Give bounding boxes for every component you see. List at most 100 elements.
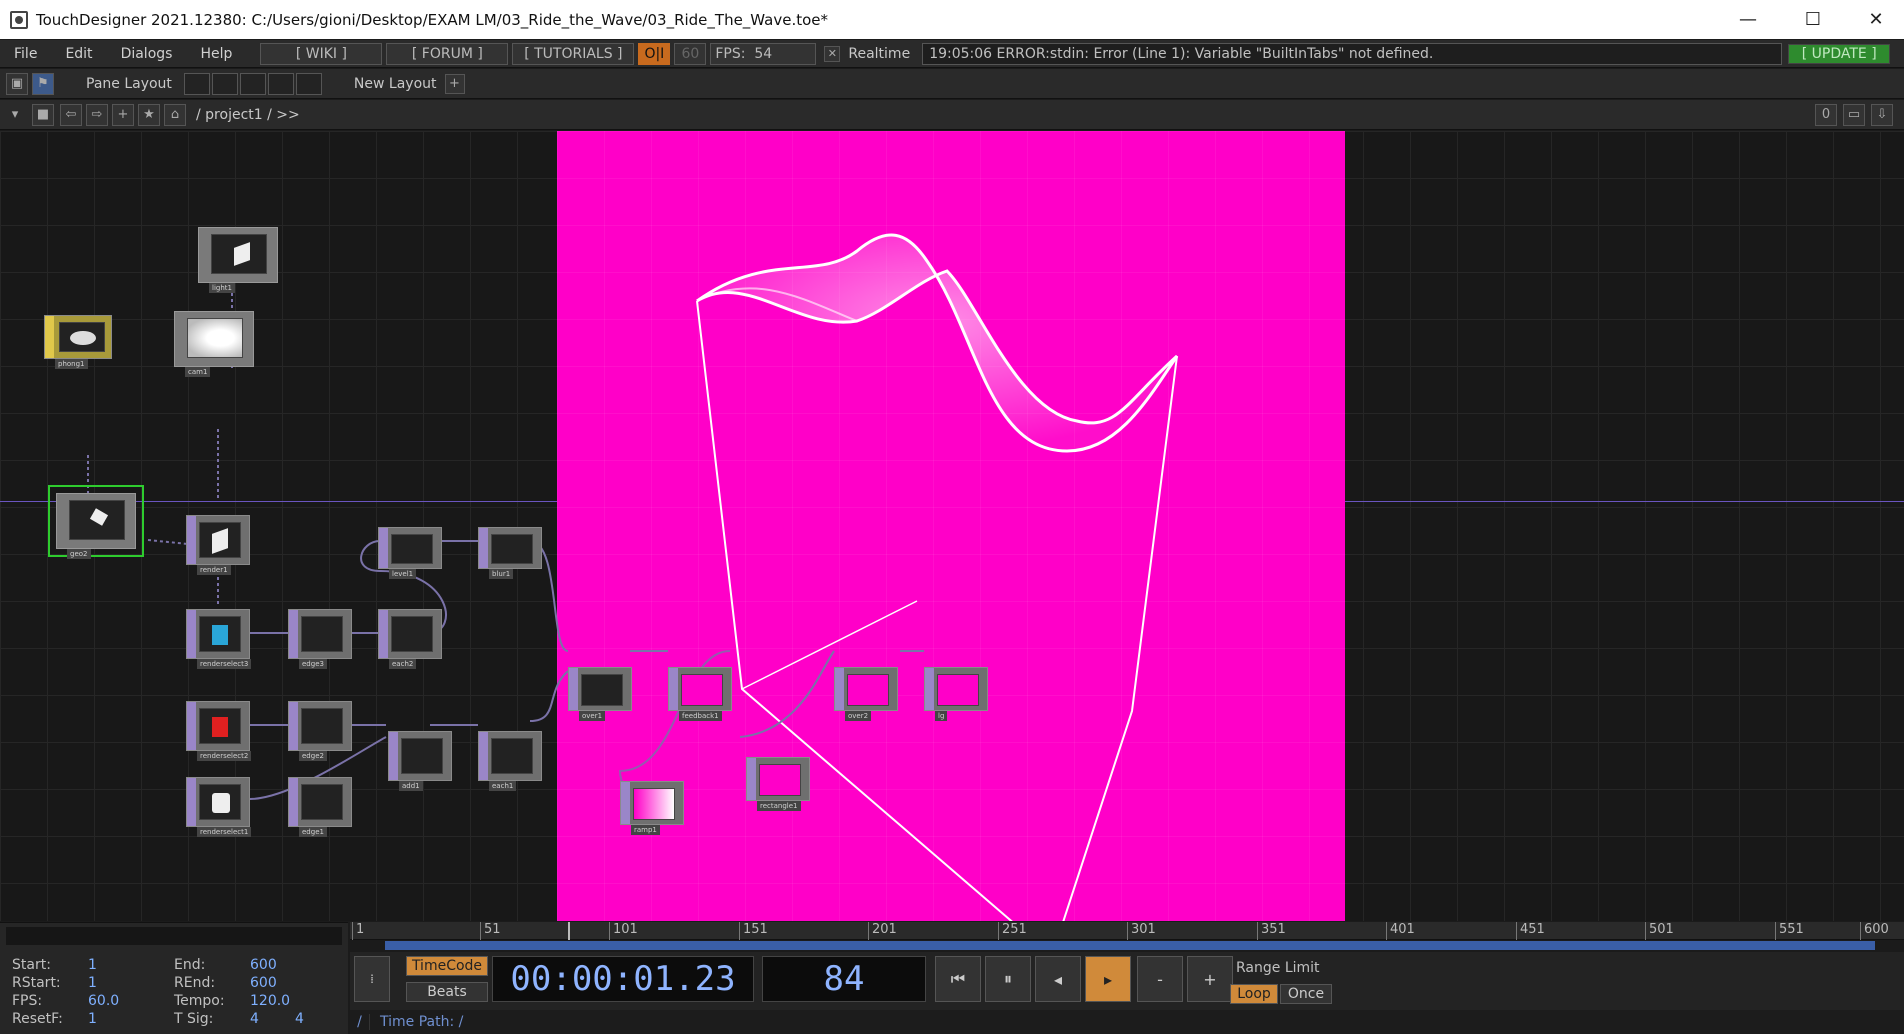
tsig-denominator[interactable]: 4 <box>295 1011 304 1027</box>
rend-value[interactable]: 600 <box>250 975 277 991</box>
play-icon[interactable]: ▸ <box>1085 956 1131 1002</box>
timeline-range-bar[interactable] <box>385 941 1875 950</box>
timecode-display[interactable]: 00:00:01.23 <box>492 956 754 1002</box>
resetf-value[interactable]: 1 <box>88 1011 97 1027</box>
pause-icon[interactable]: ⏸ <box>985 956 1031 1002</box>
node-cam1[interactable]: cam1 <box>174 311 254 377</box>
playhead[interactable] <box>568 922 570 940</box>
node-thumbnail <box>633 788 675 820</box>
zero-button[interactable]: 0 <box>1815 103 1837 126</box>
node-thumbnail <box>211 234 267 274</box>
timeline-toggle-icon[interactable]: ⁞ <box>354 956 390 1002</box>
bookmark-star-icon[interactable]: ★ <box>138 103 160 126</box>
realtime-checkbox[interactable]: ✕ <box>824 45 841 62</box>
start-value[interactable]: 1 <box>88 957 97 973</box>
node-label: edge2 <box>299 751 327 761</box>
node-ramp1[interactable]: ramp1 <box>620 781 684 835</box>
node-rectangle1[interactable]: rectangle1 <box>746 757 810 811</box>
rewind-icon[interactable]: ⏮ <box>935 956 981 1002</box>
layout-single-icon[interactable] <box>183 72 210 95</box>
error-message-field[interactable]: 19:05:06 ERROR:stdin: Error (Line 1): Va… <box>922 42 1783 65</box>
node-level1[interactable]: level1 <box>378 527 442 579</box>
update-button[interactable]: [ UPDATE ] <box>1788 43 1891 64</box>
layout-split-horizontal-icon[interactable] <box>239 72 266 95</box>
network-path[interactable]: / project1 / >> <box>196 107 300 123</box>
close-icon[interactable]: ✕ <box>1848 0 1904 39</box>
node-over2[interactable]: over2 <box>834 667 898 721</box>
fps-value: 54 <box>754 45 773 62</box>
node-feedback1[interactable]: feedback1 <box>668 667 732 721</box>
node-blur1[interactable]: blur1 <box>478 527 542 579</box>
menu-help[interactable]: Help <box>186 46 246 62</box>
realtime-label: Realtime <box>848 45 911 62</box>
node-geo2[interactable]: geo2 <box>48 485 144 559</box>
frame-display[interactable]: 84 <box>762 956 926 1002</box>
pane-menu-icon[interactable]: ▾ <box>4 104 26 126</box>
oi-toggle-button[interactable]: O|I <box>638 42 671 65</box>
fps-setting-value[interactable]: 60.0 <box>88 993 119 1009</box>
increment-button[interactable]: + <box>1187 956 1233 1002</box>
add-operator-icon[interactable]: + <box>112 103 134 126</box>
forum-button[interactable]: [ FORUM ] <box>386 42 509 65</box>
maximize-icon[interactable]: ☐ <box>1785 0 1841 39</box>
back-icon[interactable]: ⇦ <box>60 103 82 126</box>
touchdesigner-window: TouchDesigner 2021.12380: C:/Users/gioni… <box>0 0 1904 1034</box>
wiki-button[interactable]: [ WIKI ] <box>260 42 383 65</box>
fps-cap-field[interactable]: 60 <box>674 42 707 65</box>
timecode-button[interactable]: TimeCode <box>406 956 488 976</box>
stop-icon[interactable]: ■ <box>32 103 54 126</box>
node-add1[interactable]: add1 <box>388 731 452 791</box>
node-thumbnail <box>391 534 433 564</box>
layout-split-vertical-icon[interactable] <box>211 72 238 95</box>
tutorials-button[interactable]: [ TUTORIALS ] <box>512 42 635 65</box>
menu-file[interactable]: File <box>0 46 51 62</box>
node-render1[interactable]: render1 <box>186 515 250 575</box>
node-light1[interactable]: light1 <box>198 227 278 293</box>
node-thumbnail <box>301 708 343 744</box>
step-back-icon[interactable]: ◂ <box>1035 956 1081 1002</box>
ruler-tick: 101 <box>609 922 638 940</box>
node-renderselect2[interactable]: renderselect2 <box>186 701 252 761</box>
node-over1[interactable]: over1 <box>568 667 632 721</box>
node-label: lg <box>935 711 948 721</box>
node-each1[interactable]: each1 <box>478 731 542 791</box>
pane-maximize-icon[interactable]: ▭ <box>1843 103 1865 126</box>
node-label: edge1 <box>299 827 327 837</box>
ruler-tick: 501 <box>1645 922 1674 940</box>
node-each2[interactable]: each2 <box>378 609 442 669</box>
node-edge1[interactable]: edge1 <box>288 777 352 837</box>
node-lg[interactable]: lg <box>924 667 988 721</box>
node-thumbnail <box>681 674 723 706</box>
menu-dialogs[interactable]: Dialogs <box>107 46 187 62</box>
end-value[interactable]: 600 <box>250 957 277 973</box>
once-button[interactable]: Once <box>1280 984 1332 1004</box>
network-pane-icon[interactable]: ⚑ <box>32 72 54 95</box>
pane-split-icon[interactable]: ⇩ <box>1871 103 1893 126</box>
ruler-tick: 1 <box>352 922 364 940</box>
tempo-value[interactable]: 120.0 <box>250 993 290 1009</box>
menu-edit[interactable]: Edit <box>51 46 106 62</box>
home-icon[interactable]: ⌂ <box>164 103 186 126</box>
network-editor[interactable]: light1 phong1 cam1 geo2 render1 level1 b… <box>0 131 1904 921</box>
node-edge3[interactable]: edge3 <box>288 609 352 669</box>
ruler-tick: 551 <box>1775 922 1804 940</box>
layout-quad-icon[interactable] <box>267 72 294 95</box>
forward-icon[interactable]: ⇨ <box>86 103 108 126</box>
node-renderselect1[interactable]: renderselect1 <box>186 777 252 837</box>
timeline-ruler[interactable]: 1 51 101 151 201 251 301 351 401 451 501… <box>350 922 1904 940</box>
loop-button[interactable]: Loop <box>1230 984 1278 1004</box>
new-layout-add-button[interactable]: + <box>444 73 465 94</box>
layout-triple-icon[interactable] <box>295 72 322 95</box>
rend-label: REnd: <box>174 975 216 991</box>
time-path[interactable]: Time Path: / <box>380 1014 463 1030</box>
node-phong1[interactable]: phong1 <box>44 315 112 369</box>
time-path-bar: / Time Path: / <box>350 1010 1904 1034</box>
decrement-button[interactable]: - <box>1137 956 1183 1002</box>
tsig-numerator[interactable]: 4 <box>250 1011 259 1027</box>
node-edge2[interactable]: edge2 <box>288 701 352 761</box>
beats-button[interactable]: Beats <box>406 982 488 1002</box>
rstart-value[interactable]: 1 <box>88 975 97 991</box>
image-pane-icon[interactable]: ▣ <box>6 72 28 95</box>
node-renderselect3[interactable]: renderselect3 <box>186 609 252 669</box>
minimize-icon[interactable]: — <box>1720 0 1776 39</box>
